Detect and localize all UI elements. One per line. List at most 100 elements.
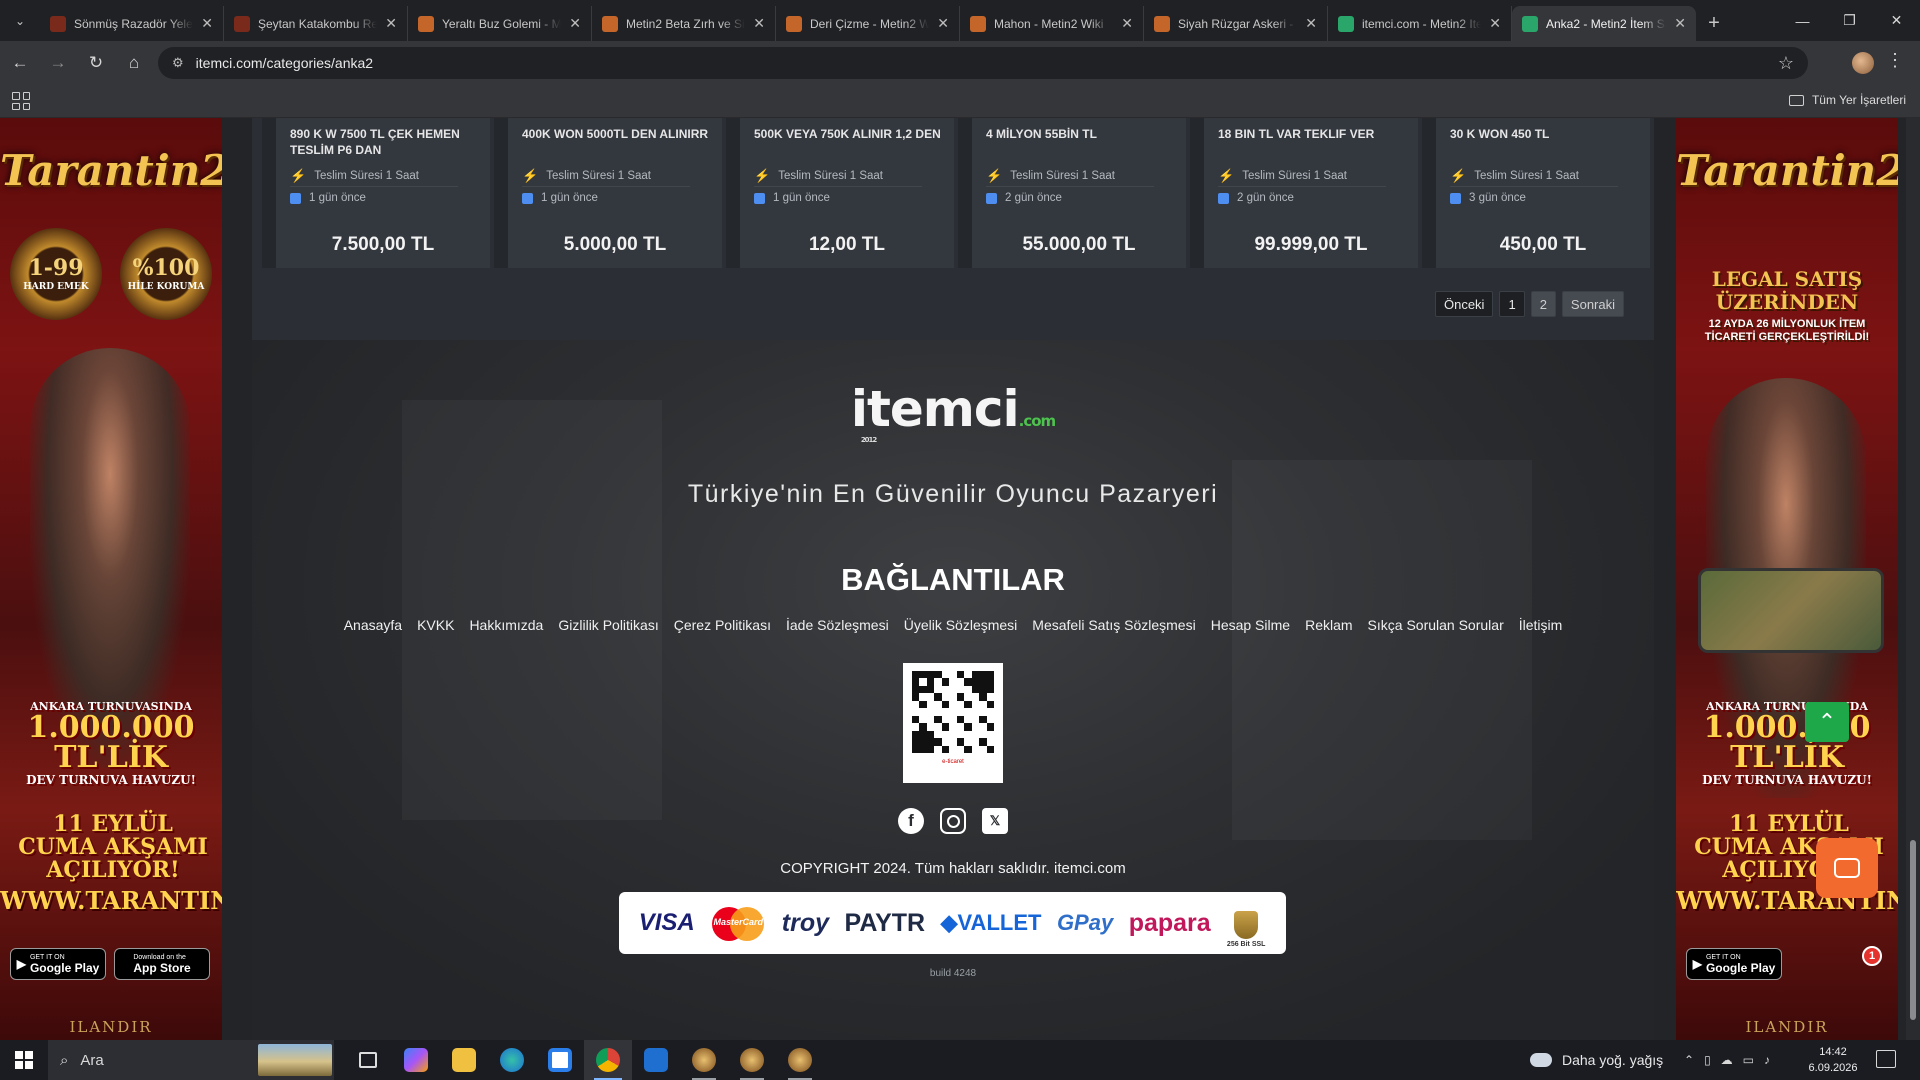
notification-center-icon[interactable] bbox=[1876, 1050, 1896, 1068]
google-play-button[interactable]: ▶ GET IT ON Google Play bbox=[1686, 948, 1782, 980]
app-store-button[interactable]: Download on the App Store bbox=[114, 948, 210, 980]
scrollbar-thumb[interactable] bbox=[1910, 840, 1916, 1020]
listing-time: 1 gün önce bbox=[754, 187, 922, 209]
pagination-next[interactable]: Sonraki bbox=[1561, 291, 1624, 317]
left-ad-banner[interactable]: Tarantin2 1-99 HARD EMEK %100 HİLE KORUMA … bbox=[0, 118, 222, 1040]
tab-close-icon[interactable]: ✕ bbox=[201, 15, 213, 32]
apps-grid-icon[interactable] bbox=[12, 92, 30, 110]
tab-close-icon[interactable]: ✕ bbox=[1489, 15, 1501, 32]
outlook-icon[interactable] bbox=[632, 1040, 680, 1080]
tab-close-icon[interactable]: ✕ bbox=[753, 15, 765, 32]
listing-card[interactable]: 400K WON 5000TL DEN ALINIRR ⚡ Teslim Süres… bbox=[494, 118, 722, 268]
listing-title[interactable]: 500K veya 750K ALINIR 1,2 DEN bbox=[754, 127, 942, 165]
listing-card[interactable]: 890 K W 7500 TL ÇEK HEMEN TESLİM P6 DAN ⚡… bbox=[262, 118, 490, 268]
minimize-icon[interactable]: — bbox=[1779, 0, 1826, 41]
instagram-icon[interactable] bbox=[940, 808, 966, 834]
onedrive-icon[interactable]: ☁ bbox=[1721, 1053, 1733, 1067]
tab-close-icon[interactable]: ✕ bbox=[937, 15, 949, 32]
profile-avatar[interactable] bbox=[1852, 52, 1874, 74]
listing-title[interactable]: 18 bin tl var teklif ver bbox=[1218, 127, 1406, 165]
page-scrollbar[interactable] bbox=[1906, 118, 1920, 1040]
browser-tab[interactable]: itemci.com - Metin2 Item ✕ bbox=[1328, 6, 1512, 41]
site-info-icon[interactable]: ⚙ bbox=[172, 55, 184, 71]
tray-chevron-icon[interactable]: ⌃ bbox=[1684, 1053, 1694, 1067]
browser-tab[interactable]: Mahon - Metin2 Wiki ✕ bbox=[960, 6, 1144, 41]
store-icon[interactable] bbox=[536, 1040, 584, 1080]
listing-title[interactable]: 4 MİLYON 55BİN TL bbox=[986, 127, 1174, 165]
volume-icon[interactable]: ♪ bbox=[1764, 1053, 1770, 1067]
footer-link[interactable]: Çerez Politikası bbox=[674, 617, 771, 633]
new-tab-button[interactable]: + bbox=[1696, 6, 1732, 41]
browser-tab[interactable]: Anka2 - Metin2 İtem Satış ✕ bbox=[1512, 6, 1696, 41]
taskbar-search[interactable]: ⌕ Ara bbox=[48, 1040, 334, 1080]
back-icon[interactable]: ← bbox=[2, 45, 38, 81]
listing-title[interactable]: 890 K W 7500 TL ÇEK HEMEN TESLİM P6 DAN bbox=[290, 127, 478, 165]
game-client-icon[interactable] bbox=[776, 1040, 824, 1080]
address-bar[interactable]: ⚙ itemci.com/categories/anka2 ☆ bbox=[158, 47, 1808, 79]
all-bookmarks[interactable]: Tüm Yer İşaretleri bbox=[1788, 93, 1906, 107]
listing-card[interactable]: 500K veya 750K ALINIR 1,2 DEN ⚡ Teslim Sür… bbox=[726, 118, 954, 268]
tab-close-icon[interactable]: ✕ bbox=[569, 15, 581, 32]
tab-close-icon[interactable]: ✕ bbox=[385, 15, 397, 32]
live-chat-button[interactable] bbox=[1816, 838, 1878, 898]
edge-icon[interactable] bbox=[488, 1040, 536, 1080]
start-button[interactable] bbox=[0, 1040, 48, 1080]
banner-tournament: ANKARA TURNUVASINDA 1.000.000 TL'LİK DEV… bbox=[26, 700, 196, 787]
chrome-icon[interactable] bbox=[584, 1040, 632, 1080]
network-icon[interactable]: ▭ bbox=[1743, 1053, 1754, 1067]
pagination-page-1[interactable]: 1 bbox=[1499, 291, 1525, 317]
footer-link[interactable]: Anasayfa bbox=[344, 617, 402, 633]
close-window-icon[interactable]: ✕ bbox=[1873, 0, 1920, 41]
footer-link[interactable]: Reklam bbox=[1305, 617, 1352, 633]
footer-logo[interactable]: itemci.com 2012 bbox=[851, 380, 1056, 444]
footer-link[interactable]: Hakkımızda bbox=[469, 617, 543, 633]
task-view-icon[interactable] bbox=[344, 1040, 392, 1080]
footer-link[interactable]: Mesafeli Satış Sözleşmesi bbox=[1032, 617, 1195, 633]
listing-card[interactable]: 18 bin tl var teklif ver ⚡ Teslim Süresi 1… bbox=[1190, 118, 1418, 268]
scroll-to-top-button[interactable]: ⌃ bbox=[1805, 702, 1849, 742]
pagination-prev[interactable]: Önceki bbox=[1434, 291, 1494, 317]
footer-link[interactable]: Sıkça Sorulan Sorular bbox=[1368, 617, 1504, 633]
browser-tab[interactable]: Metin2 Beta Zırh ve Silah ✕ bbox=[592, 6, 776, 41]
copilot-icon[interactable] bbox=[392, 1040, 440, 1080]
etbis-qr-code[interactable]: e-ticaret bbox=[903, 663, 1003, 783]
game-client-icon[interactable] bbox=[728, 1040, 776, 1080]
footer-link[interactable]: Üyelik Sözleşmesi bbox=[904, 617, 1018, 633]
browser-tab[interactable]: Sönmüş Razadör Yelek ✕ bbox=[40, 6, 224, 41]
footer-link[interactable]: Hesap Silme bbox=[1211, 617, 1290, 633]
browser-tab[interactable]: Deri Çizme - Metin2 Wiki ✕ bbox=[776, 6, 960, 41]
game-client-icon[interactable] bbox=[680, 1040, 728, 1080]
pagination-page-2[interactable]: 2 bbox=[1530, 291, 1556, 317]
home-icon[interactable]: ⌂ bbox=[116, 45, 152, 81]
twitter-icon[interactable]: 𝕏 bbox=[982, 808, 1008, 834]
tab-close-icon[interactable]: ✕ bbox=[1674, 15, 1686, 32]
tab-search-dropdown[interactable]: ⌄ bbox=[0, 0, 40, 41]
banner-video-preview[interactable] bbox=[1698, 568, 1884, 653]
tray-device-icon[interactable]: ▯ bbox=[1704, 1053, 1711, 1067]
bookmark-star-icon[interactable]: ☆ bbox=[1778, 53, 1794, 74]
footer-link[interactable]: İletişim bbox=[1519, 617, 1563, 633]
browser-menu-icon[interactable]: ⋮ bbox=[1886, 50, 1904, 71]
footer-link[interactable]: İade Sözleşmesi bbox=[786, 617, 889, 633]
listing-title[interactable]: 30 K WON 450 TL bbox=[1450, 127, 1638, 165]
footer-link[interactable]: Gizlilik Politikası bbox=[558, 617, 658, 633]
browser-tab[interactable]: Şeytan Katakombu Rehber ✕ bbox=[224, 6, 408, 41]
listing-title[interactable]: 400K WON 5000TL DEN ALINIRR bbox=[522, 127, 710, 165]
browser-tab[interactable]: Yeraltı Buz Golemi - Metin2 ✕ bbox=[408, 6, 592, 41]
tab-close-icon[interactable]: ✕ bbox=[1305, 15, 1317, 32]
listing-card[interactable]: 4 MİLYON 55BİN TL ⚡ Teslim Süresi 1 Saat 2 … bbox=[958, 118, 1186, 268]
restore-icon[interactable]: ❐ bbox=[1826, 0, 1873, 41]
listing-card[interactable]: 30 K WON 450 TL ⚡ Teslim Süresi 1 Saat 3 gü… bbox=[1422, 118, 1650, 268]
forward-icon[interactable]: → bbox=[40, 45, 76, 81]
reload-icon[interactable]: ↻ bbox=[78, 45, 114, 81]
footer-link[interactable]: KVKK bbox=[417, 617, 454, 633]
google-play-button[interactable]: ▶ GET IT ON Google Play bbox=[10, 948, 106, 980]
taskbar-clock[interactable]: 14:42 6.09.2026 bbox=[1800, 1044, 1866, 1076]
file-explorer-icon[interactable] bbox=[440, 1040, 488, 1080]
right-ad-banner[interactable]: Tarantin2 LEGAL SATIŞ ÜZERİNDEN 12 AYDA … bbox=[1676, 118, 1898, 1040]
facebook-icon[interactable]: f bbox=[898, 808, 924, 834]
weather-widget[interactable]: Daha yoğ. yağış bbox=[1530, 1040, 1663, 1080]
bolt-icon: ⚡ bbox=[986, 167, 1003, 183]
browser-tab[interactable]: Siyah Rüzgar Askeri - Metin2 ✕ bbox=[1144, 6, 1328, 41]
tab-close-icon[interactable]: ✕ bbox=[1121, 15, 1133, 32]
